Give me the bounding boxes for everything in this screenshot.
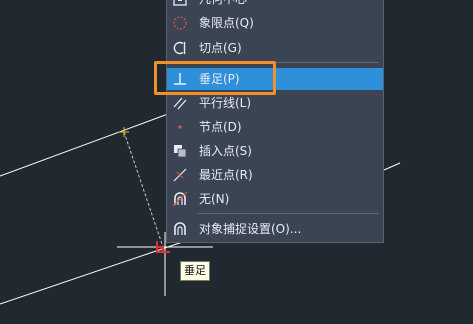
drawing-line-upper <box>0 113 169 177</box>
menu-item-label: 插入点(S) <box>199 144 252 158</box>
menu-item-label: 切点(G) <box>199 41 242 55</box>
menu-item-label: 平行线(L) <box>199 96 252 110</box>
parallel-icon <box>173 97 187 110</box>
object-snap-context-menu: 几何中心 象限点(Q) 切点(G) 垂足(P) <box>166 0 384 243</box>
menu-item-label: 对象捕捉设置(O)... <box>199 222 302 236</box>
menu-item-insertion[interactable]: 插入点(S) <box>167 140 383 162</box>
menu-item-label: 无(N) <box>199 192 230 206</box>
menu-separator <box>197 213 379 214</box>
node-icon <box>178 125 182 129</box>
menu-item-none[interactable]: 无(N) <box>167 188 383 210</box>
tracking-dashed-line <box>123 131 164 248</box>
osnap-settings-icon <box>174 222 186 235</box>
menu-item-label: 象限点(Q) <box>199 16 254 30</box>
drawing-line-right <box>383 162 401 171</box>
menu-item-label: 几何中心 <box>199 0 247 10</box>
menu-item-node[interactable]: 节点(D) <box>167 116 383 138</box>
menu-item-label: 最近点(R) <box>199 168 253 182</box>
snap-tooltip: 垂足 <box>180 261 210 281</box>
menu-item-osnap-settings[interactable]: 对象捕捉设置(O)... <box>167 218 383 240</box>
menu-item-label: 节点(D) <box>199 120 242 134</box>
insertion-icon <box>174 145 187 158</box>
menu-item-parallel[interactable]: 平行线(L) <box>167 92 383 114</box>
none-icon <box>172 191 188 207</box>
menu-item-tangent[interactable]: 切点(G) <box>167 37 383 59</box>
highlight-callout-box <box>154 61 276 95</box>
tangent-icon <box>173 41 186 55</box>
menu-item-geometric-center[interactable]: 几何中心 <box>167 0 383 10</box>
menu-item-nearest[interactable]: 最近点(R) <box>167 164 383 186</box>
drawing-area[interactable]: 几何中心 象限点(Q) 切点(G) 垂足(P) <box>0 0 473 324</box>
quadrant-icon <box>173 16 187 30</box>
geometric-center-icon <box>173 0 187 6</box>
nearest-icon <box>173 168 187 182</box>
menu-item-quadrant[interactable]: 象限点(Q) <box>167 12 383 34</box>
